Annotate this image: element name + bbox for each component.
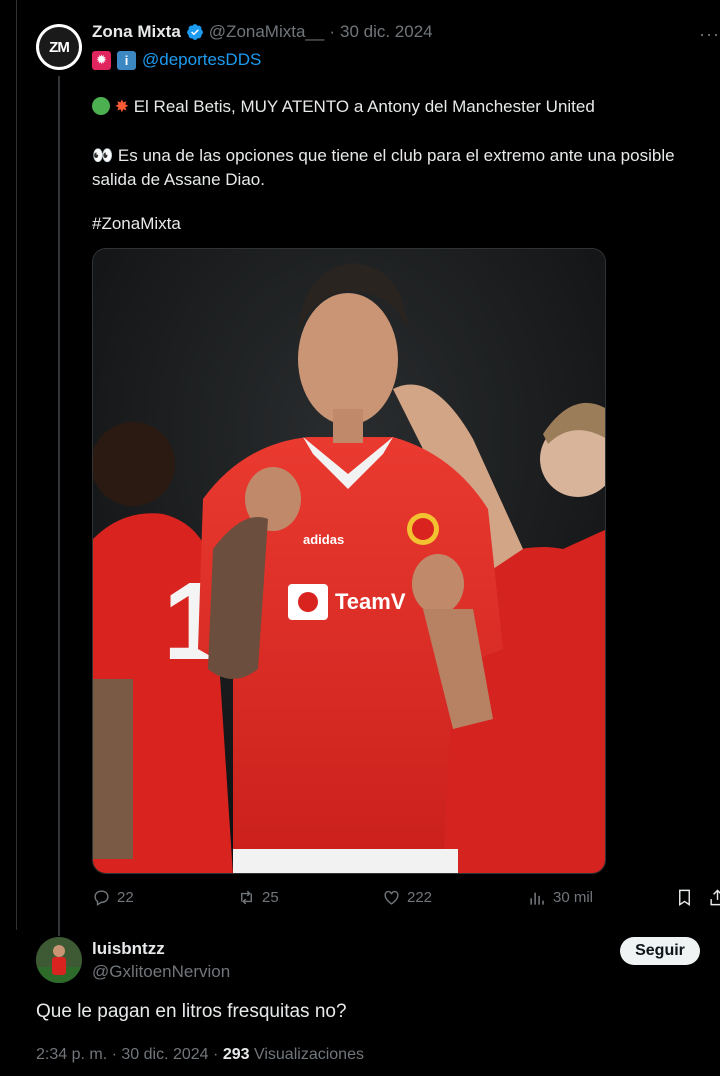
eyes-icon: 👀 [92, 146, 114, 165]
tweet-line-1-text: El Real Betis, MUY ATENTO a Antony del M… [133, 97, 595, 116]
tweet-line-2-text: Es una de las opciones que tiene el club… [92, 146, 675, 189]
retweet-icon [241, 890, 252, 905]
tweet-line-2: 👀 Es una de las opciones que tiene el cl… [92, 144, 702, 192]
share-icon [710, 889, 720, 906]
svg-text:TeamV: TeamV [335, 589, 406, 614]
follow-button[interactable]: Seguir [620, 937, 700, 965]
svg-text:adidas: adidas [303, 532, 344, 547]
reply-views-label: Visualizaciones [253, 1046, 364, 1063]
reply-date[interactable]: 30 dic. 2024 [121, 1046, 208, 1063]
reply-count: 22 [117, 889, 134, 906]
more-options-icon[interactable]: ··· [699, 24, 720, 45]
retweet-count: 25 [262, 889, 279, 906]
mention-link[interactable]: @deportesDDS [142, 50, 261, 70]
meta-separator: · [329, 22, 335, 41]
tweet-media-image[interactable]: 1 TeamV adidas [92, 248, 606, 874]
analytics-icon [530, 892, 544, 905]
bookmark-icon [679, 889, 690, 906]
reply-author-name[interactable]: luisbntzz [92, 939, 165, 959]
collision-icon: ✸ [114, 97, 129, 116]
heart-icon [384, 890, 399, 905]
reply-handle[interactable]: @GxlitoenNervion [92, 962, 230, 982]
quoted-date[interactable]: 30 dic. 2024 [340, 22, 433, 42]
football-player-photo: 1 TeamV adidas [93, 249, 605, 873]
flag-emoji-icon: ✹ [92, 50, 111, 70]
quoted-subline: ✹ i @deportesDDS [92, 50, 261, 70]
quoted-handle[interactable]: @ZonaMixta__ [209, 22, 325, 42]
tweet-line-1: ✸ El Real Betis, MUY ATENTO a Antony del… [92, 95, 595, 119]
retweet-button[interactable]: 25 [237, 888, 279, 907]
thread-connector-line [58, 76, 60, 936]
like-count: 222 [407, 889, 433, 906]
reply-icon [94, 890, 109, 906]
hashtag-link[interactable]: #ZonaMixta [92, 212, 181, 236]
info-emoji-icon: i [117, 50, 136, 70]
reply-separator-1: · [111, 1046, 117, 1063]
green-circle-icon [92, 97, 110, 115]
verified-badge-icon [186, 24, 203, 40]
bookmark-button[interactable] [675, 888, 694, 907]
quoted-author-name[interactable]: Zona Mixta [92, 22, 181, 42]
like-button[interactable]: 222 [382, 888, 432, 907]
views-button[interactable]: 30 mil [528, 888, 593, 907]
zm-logo: ZM [39, 27, 79, 67]
reply-text: Que le pagan en litros fresquitas no? [36, 1001, 347, 1022]
reply-avatar-image [36, 937, 82, 983]
reply-button[interactable]: 22 [92, 888, 134, 907]
quoted-header: Zona Mixta @ZonaMixta__ · 30 dic. 2024 [92, 22, 433, 42]
reply-time[interactable]: 2:34 p. m. [36, 1046, 107, 1063]
reply-views-count: 293 [222, 1046, 250, 1063]
reply-separator-2: · [213, 1046, 219, 1063]
left-frame-border [16, 0, 17, 930]
reply-avatar[interactable] [36, 937, 82, 983]
share-button[interactable] [708, 888, 720, 907]
tweet-action-bar: 22 25 222 30 mil [92, 888, 720, 912]
reply-meta: 2:34 p. m. · 30 dic. 2024 · 293 Visualiz… [36, 1046, 364, 1064]
quoted-avatar[interactable]: ZM [36, 24, 82, 70]
views-count: 30 mil [553, 889, 594, 906]
